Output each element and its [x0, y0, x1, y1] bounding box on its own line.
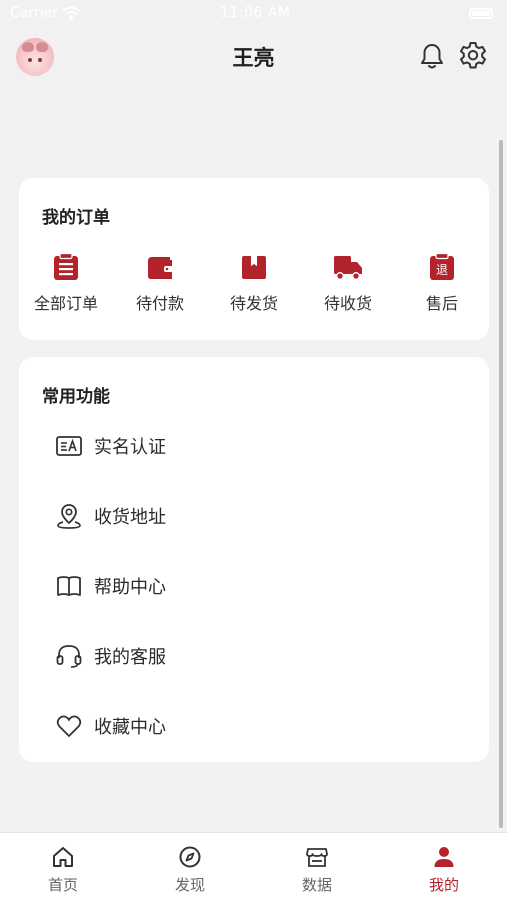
- gift-box-icon: [242, 256, 266, 279]
- status-time: 11:06 AM: [220, 5, 291, 21]
- id-card-icon: [56, 436, 82, 456]
- return-icon: 退: [430, 252, 454, 280]
- return-badge-text: 退: [436, 263, 448, 277]
- function-item-label: 实名认证: [94, 437, 166, 458]
- function-item-customer-service[interactable]: 我的客服: [55, 636, 166, 676]
- order-item-label: 售后: [425, 294, 458, 313]
- order-after-sales-button[interactable]: 退 售后: [395, 252, 489, 314]
- user-icon: [434, 847, 454, 867]
- order-item-label: 待收货: [323, 294, 372, 313]
- book-icon: [57, 576, 81, 596]
- status-bar: Carrier 11:06 AM: [0, 0, 507, 30]
- order-pending-receipt-button[interactable]: 待收货: [301, 252, 395, 314]
- tab-label: 数据: [301, 876, 332, 894]
- function-item-favorites[interactable]: 收藏中心: [55, 706, 166, 746]
- order-pending-shipment-button[interactable]: 待发货: [207, 252, 301, 314]
- function-item-label: 收藏中心: [94, 717, 166, 738]
- home-icon: [53, 847, 73, 867]
- tab-label: 首页: [47, 876, 78, 894]
- bell-icon[interactable]: [416, 40, 448, 72]
- functions-card: 常用功能 实名认证 收货地址 帮助中心 我的客服 收藏中心: [19, 357, 489, 762]
- order-item-label: 全部订单: [33, 294, 98, 313]
- orders-card: 我的订单 全部订单 待付款 待发货 待收货 退 售后: [19, 178, 489, 340]
- battery-icon: [469, 8, 493, 19]
- clipboard-list-icon: [54, 252, 78, 280]
- order-item-label: 待付款: [135, 294, 184, 313]
- location-pin-icon: [57, 504, 81, 529]
- headset-icon: [56, 645, 82, 668]
- heart-icon: [56, 715, 82, 737]
- orders-title: 我的订单: [42, 208, 110, 228]
- tab-mine[interactable]: 我的: [381, 845, 507, 895]
- scrollbar[interactable]: [499, 140, 503, 828]
- truck-icon: [334, 256, 362, 280]
- tab-label: 我的: [428, 876, 459, 894]
- wifi-icon: [62, 6, 80, 20]
- order-item-label: 待发货: [229, 294, 278, 313]
- tab-data[interactable]: 数据: [254, 845, 380, 895]
- order-pending-payment-button[interactable]: 待付款: [113, 252, 207, 314]
- tab-label: 发现: [174, 876, 205, 894]
- tab-home[interactable]: 首页: [0, 845, 126, 895]
- function-item-real-name[interactable]: 实名认证: [55, 426, 166, 466]
- store-icon: [306, 848, 328, 867]
- function-item-help[interactable]: 帮助中心: [55, 566, 166, 606]
- function-item-label: 我的客服: [94, 647, 166, 668]
- function-item-label: 帮助中心: [94, 577, 166, 598]
- tab-bar: 首页 发现 数据 我的: [0, 832, 507, 900]
- nav-bar: 王亮: [0, 30, 507, 84]
- function-item-label: 收货地址: [94, 507, 166, 528]
- functions-title: 常用功能: [42, 387, 110, 407]
- compass-icon: [179, 846, 201, 868]
- carrier-label: Carrier: [10, 5, 58, 21]
- order-all-button[interactable]: 全部订单: [19, 252, 113, 314]
- gear-icon[interactable]: [457, 40, 489, 72]
- function-item-address[interactable]: 收货地址: [55, 496, 166, 536]
- tab-discover[interactable]: 发现: [127, 845, 253, 895]
- wallet-icon: [148, 257, 173, 279]
